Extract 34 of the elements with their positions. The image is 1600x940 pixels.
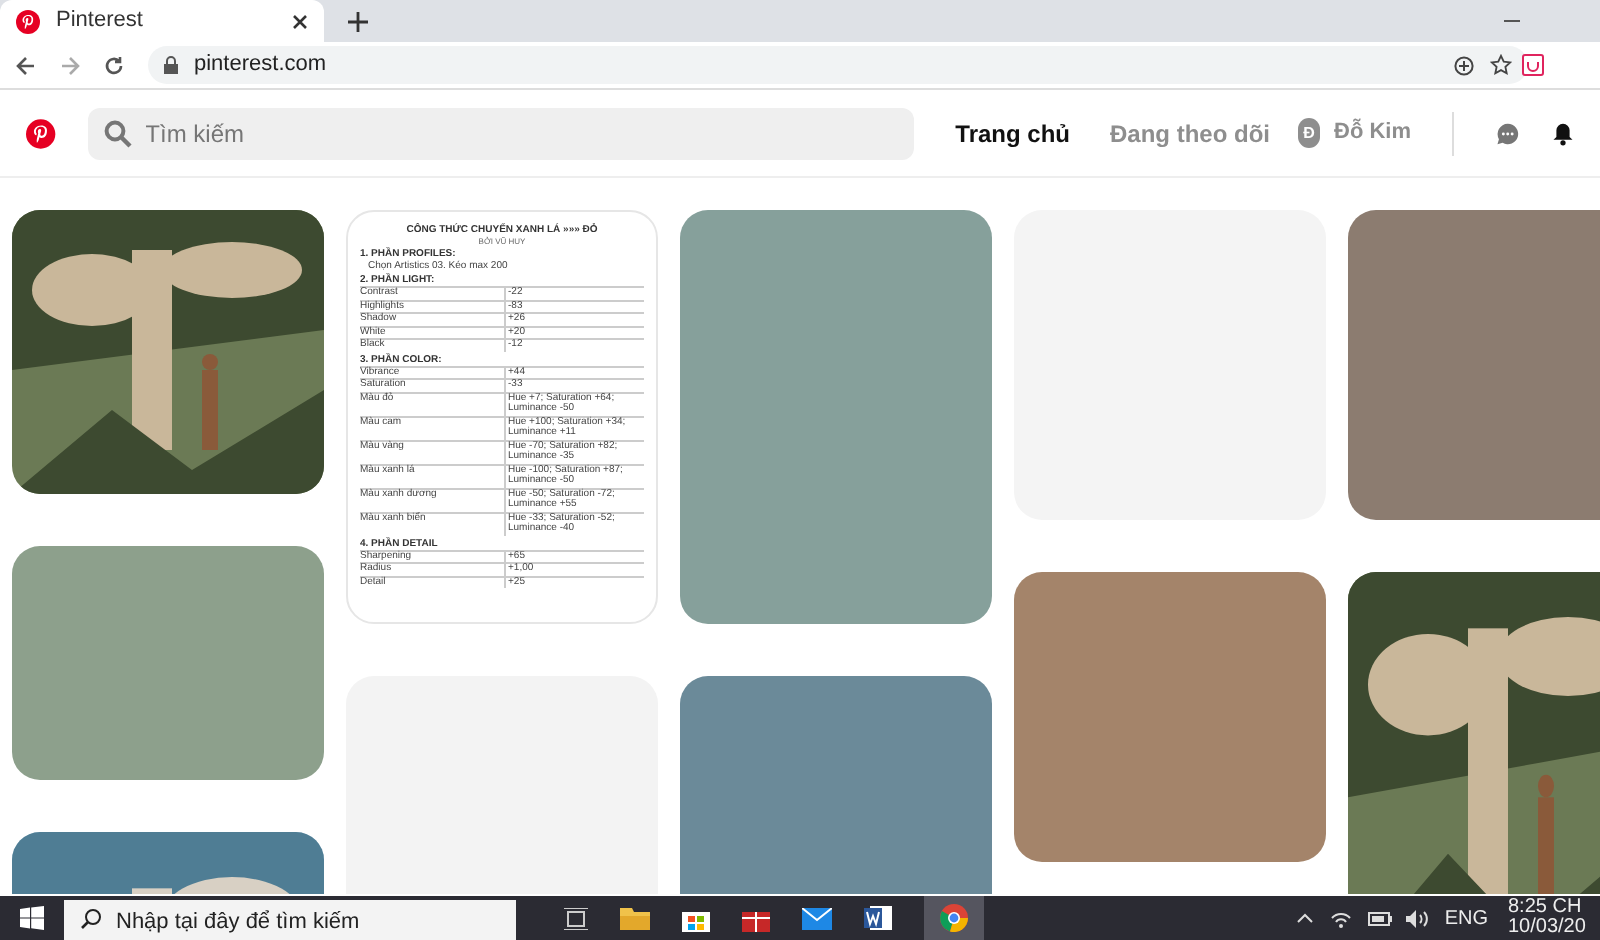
browser-tab[interactable]: Pinterest [0, 0, 324, 42]
clock-date[interactable]: 10/03/20 [1508, 918, 1600, 938]
new-tab-icon[interactable] [348, 12, 368, 32]
task-view-icon[interactable] [564, 907, 588, 929]
speaker-icon[interactable] [1406, 909, 1429, 927]
nav-link[interactable]: Trang chủ [955, 115, 1071, 151]
add-icon[interactable] [1454, 55, 1474, 75]
lock-icon [164, 56, 178, 74]
language-indicator[interactable]: ENG [1444, 903, 1488, 933]
address-bar[interactable]: pinterest.com [148, 46, 1528, 84]
search-icon [103, 119, 132, 147]
pinterest-logo-icon [16, 9, 40, 33]
search-field[interactable]: Tìm kiếm [87, 107, 914, 159]
reload-icon[interactable] [104, 55, 124, 75]
url-text: pinterest.com [194, 50, 329, 81]
taskbar-search-field[interactable]: Nhập tại đây để tìm kiếm [64, 900, 516, 940]
folder-icon[interactable] [620, 906, 650, 930]
back-icon[interactable] [16, 55, 36, 75]
pinterest-logo-icon[interactable] [26, 113, 56, 153]
clock-time[interactable]: 8:25 CH [1508, 898, 1600, 918]
pin-card[interactable] [346, 210, 658, 624]
star-icon[interactable] [1490, 54, 1512, 76]
chrome-taskbar-button[interactable] [924, 896, 984, 940]
battery-icon[interactable] [1368, 911, 1393, 925]
wifi-icon[interactable] [1330, 909, 1353, 927]
mail-icon[interactable] [802, 907, 832, 929]
chevron-up-icon[interactable] [1296, 912, 1315, 924]
windows-start-icon[interactable] [20, 906, 44, 930]
close-tab-icon[interactable] [292, 13, 308, 29]
word-document-icon[interactable] [864, 904, 892, 932]
chrome-icon [940, 904, 968, 932]
tab-title: Pinterest [56, 6, 145, 37]
extension-icon[interactable] [1522, 54, 1544, 76]
search-icon [80, 908, 102, 930]
